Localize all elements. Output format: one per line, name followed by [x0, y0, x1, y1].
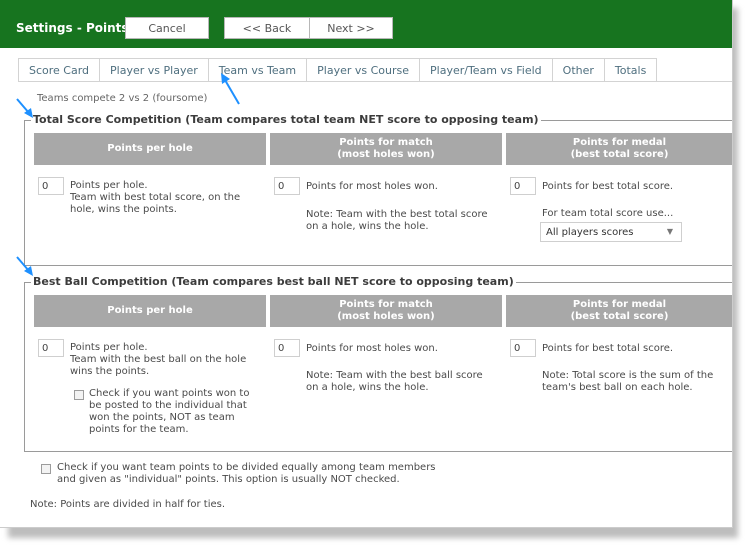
tab-player-vs-player[interactable]: Player vs Player — [99, 58, 209, 82]
bb-per-hole-header-text: Points per hole — [107, 305, 193, 316]
tab-player-vs-course[interactable]: Player vs Course — [306, 58, 421, 82]
best-ball-section: Best Ball Competition (Team compares bes… — [24, 275, 732, 452]
tab-bar: Score Card Player vs Player Team vs Team… — [18, 58, 658, 82]
bb-medal-note-line1: Note: Total score is the sum of the — [542, 370, 714, 381]
total-medal-use-label: For team total score use... — [542, 208, 674, 219]
total-match-note-line2: on a hole, wins the hole. — [306, 221, 429, 232]
total-per-hole-label-line2: Team with best total score, on the — [70, 192, 241, 203]
chevron-down-icon: ▼ — [666, 227, 673, 236]
bb-per-hole-label-line1: Points per hole. — [70, 342, 148, 353]
bb-match-header-line2: (most holes won) — [337, 311, 435, 322]
total-match-header-line1: Points for match — [339, 137, 433, 148]
bb-per-hole-label: Points per hole. Team with the best ball… — [70, 342, 246, 378]
divide-points-label: Check if you want team points to be divi… — [57, 462, 436, 486]
bb-per-hole-input[interactable]: 0 — [38, 339, 64, 357]
total-match-header: Points for match (most holes won) — [270, 133, 502, 165]
bb-medal-note: Note: Total score is the sum of the team… — [542, 370, 713, 394]
window-title: Settings - Points — [16, 21, 129, 35]
tab-other[interactable]: Other — [551, 58, 605, 82]
tab-totals[interactable]: Totals — [603, 58, 658, 82]
total-medal-label: Points for best total score. — [542, 181, 674, 192]
bb-per-hole-header: Points per hole — [34, 295, 266, 327]
bb-medal-note-line2: team's best ball on each hole. — [542, 382, 693, 393]
bb-match-header: Points for match (most holes won) — [270, 295, 502, 327]
back-button[interactable]: << Back — [224, 17, 310, 39]
bb-match-label: Points for most holes won. — [306, 343, 438, 354]
divide-points-line2: and given as "individual" points. This o… — [57, 474, 400, 485]
best-ball-legend: Best Ball Competition (Team compares bes… — [31, 275, 516, 288]
team-total-score-select[interactable]: All players scores ▼ — [540, 222, 682, 242]
best-ball-pointer-arrow-icon — [16, 256, 33, 276]
post-to-individual-label: Check if you want points won to be poste… — [89, 388, 249, 436]
tab-player-team-vs-field[interactable]: Player/Team vs Field — [419, 58, 553, 82]
bb-medal-header-line2: (best total score) — [570, 311, 669, 322]
bb-medal-label: Points for best total score. — [542, 343, 674, 354]
tab-divider — [18, 81, 732, 82]
total-per-hole-label: Points per hole. Team with best total sc… — [70, 180, 240, 216]
bb-per-hole-label-line3: wins the points. — [70, 366, 150, 377]
cancel-button[interactable]: Cancel — [125, 17, 209, 39]
bb-medal-header-line1: Points for medal — [572, 299, 667, 310]
title-bar: Settings - Points Cancel << Back Next >> — [0, 0, 732, 48]
tab-score-card[interactable]: Score Card — [18, 58, 101, 82]
bb-match-note-line1: Note: Team with the best ball score — [306, 370, 483, 381]
settings-window: Settings - Points Cancel << Back Next >>… — [0, 0, 733, 528]
post-to-individual-line1: Check if you want points won to — [89, 388, 250, 399]
total-medal-header: Points for medal (best total score) — [506, 133, 732, 165]
total-per-hole-header: Points per hole — [34, 133, 266, 165]
post-to-individual-line3: won the points, NOT as team — [89, 412, 235, 423]
post-to-individual-checkbox[interactable] — [74, 390, 84, 400]
total-per-hole-input[interactable]: 0 — [38, 177, 64, 195]
total-match-input[interactable]: 0 — [274, 177, 300, 195]
bb-per-hole-label-line2: Team with the best ball on the hole — [70, 354, 247, 365]
bb-match-input[interactable]: 0 — [274, 339, 300, 357]
total-match-label: Points for most holes won. — [306, 181, 438, 192]
post-to-individual-line2: be posted to the individual that — [89, 400, 247, 411]
total-match-note-line1: Note: Team with the best total score — [306, 209, 488, 220]
total-medal-header-line2: (best total score) — [570, 149, 669, 160]
total-score-section: Total Score Competition (Team compares t… — [24, 113, 732, 266]
divide-points-checkbox[interactable] — [41, 464, 51, 474]
post-to-individual-line4: points for the team. — [89, 424, 189, 435]
bb-match-note: Note: Team with the best ball score on a… — [306, 370, 483, 394]
bb-match-note-line2: on a hole, wins the hole. — [306, 382, 429, 393]
next-button[interactable]: Next >> — [309, 17, 393, 39]
total-medal-header-line1: Points for medal — [572, 137, 667, 148]
total-match-header-line2: (most holes won) — [337, 149, 435, 160]
total-per-hole-label-line1: Points per hole. — [70, 180, 148, 191]
tab-pointer-arrow-icon — [221, 73, 240, 105]
intro-text: Teams compete 2 vs 2 (foursome) — [37, 93, 208, 104]
team-total-score-select-value: All players scores — [546, 226, 634, 238]
bb-medal-input[interactable]: 0 — [510, 339, 536, 357]
total-match-note: Note: Team with the best total score on … — [306, 209, 488, 233]
total-medal-input[interactable]: 0 — [510, 177, 536, 195]
total-score-pointer-arrow-icon — [16, 98, 33, 118]
bb-medal-header: Points for medal (best total score) — [506, 295, 732, 327]
divide-points-line1: Check if you want team points to be divi… — [57, 462, 436, 473]
bb-match-header-line1: Points for match — [339, 299, 433, 310]
total-per-hole-header-text: Points per hole — [107, 143, 193, 154]
total-per-hole-label-line3: hole, wins the points. — [70, 204, 177, 215]
total-score-legend: Total Score Competition (Team compares t… — [31, 113, 541, 126]
footer-note: Note: Points are divided in half for tie… — [30, 499, 226, 510]
